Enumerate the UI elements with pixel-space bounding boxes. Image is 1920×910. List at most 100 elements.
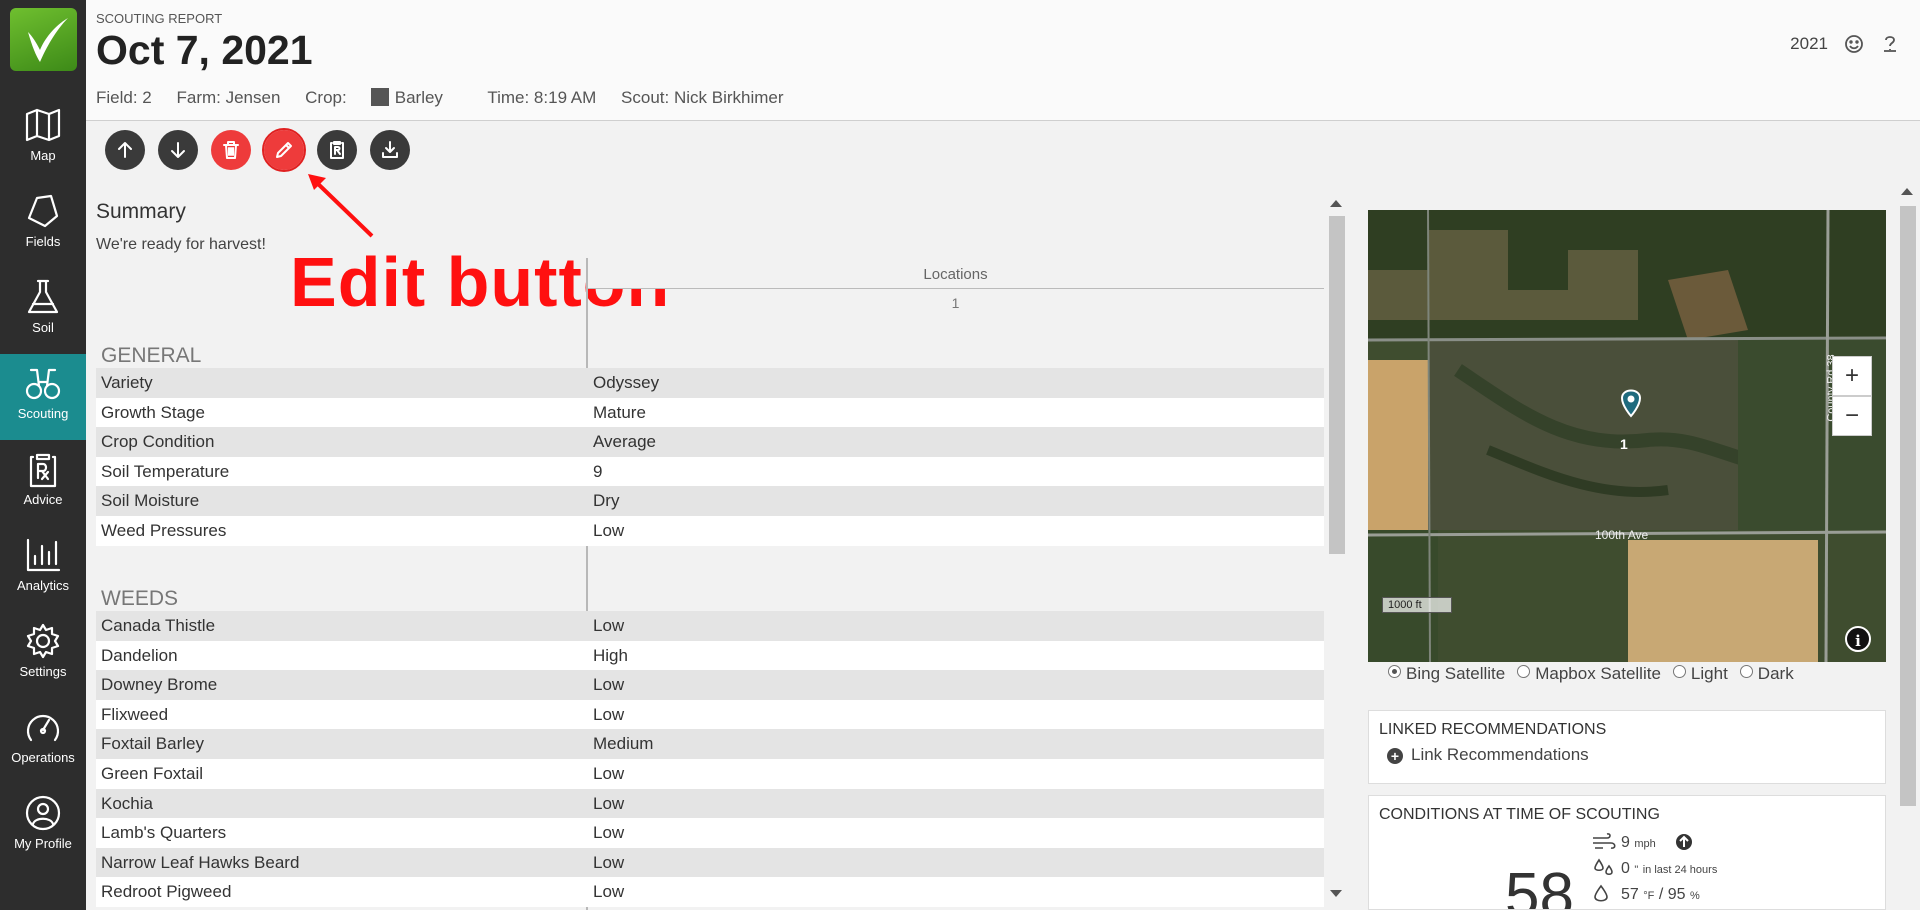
scroll-up-arrow-icon[interactable]: [1330, 200, 1342, 207]
year-selector[interactable]: 2021: [1790, 34, 1828, 54]
row-label: Canada Thistle: [101, 616, 216, 635]
row-label: Flixweed: [101, 704, 169, 724]
sidebar-item-my-profile[interactable]: My Profile: [0, 784, 86, 870]
row-value: Low: [593, 793, 625, 813]
row-label: Soil Temperature: [101, 461, 230, 481]
row-label: Foxtail Barley: [101, 734, 204, 754]
scroll-up-arrow-icon[interactable]: [1901, 188, 1913, 195]
map-info-button[interactable]: i: [1845, 626, 1871, 652]
download-tray-icon: [382, 141, 398, 158]
basemap-options: Bing Satellite Mapbox Satellite Light Da…: [1388, 664, 1794, 684]
sidebar-item-map[interactable]: Map: [0, 96, 86, 182]
radio-selected-icon[interactable]: [1388, 665, 1401, 678]
basemap-label: Light: [1690, 664, 1728, 683]
row-label: Lamb's Quarters: [101, 823, 227, 843]
sidebar-item-scouting[interactable]: Scouting: [0, 354, 86, 440]
basemap-option-bing[interactable]: Bing Satellite: [1388, 664, 1505, 684]
help-icon[interactable]: [1880, 34, 1900, 54]
crop-label: Crop:: [305, 88, 347, 107]
link-recommendations-button[interactable]: + Link Recommendations: [1369, 739, 1885, 765]
sidebar-item-settings[interactable]: Settings: [0, 612, 86, 698]
zoom-out-button[interactable]: −: [1832, 396, 1872, 436]
card-title: CONDITIONS AT TIME OF SCOUTING: [1379, 806, 1660, 823]
report-toolbar: [105, 128, 410, 172]
basemap-option-light[interactable]: Light: [1672, 664, 1728, 684]
basemap-option-mapbox[interactable]: Mapbox Satellite: [1517, 664, 1661, 684]
sidebar-item-soil[interactable]: Soil: [0, 268, 86, 354]
sidebar-item-label: Soil: [32, 320, 54, 335]
section-title: GENERAL: [101, 344, 202, 367]
flask-icon: [0, 268, 86, 314]
row-value: Low: [593, 704, 625, 724]
smiley-feedback-icon[interactable]: [1844, 34, 1864, 54]
edit-button[interactable]: [262, 128, 306, 172]
table-row: Downey Brome Low: [96, 670, 1324, 700]
zoom-in-button[interactable]: +: [1832, 356, 1872, 396]
sidebar-item-label: My Profile: [14, 836, 72, 851]
field-info: Field: 2: [96, 88, 152, 107]
right-panel-scrollbar[interactable]: [1898, 182, 1918, 910]
radio-icon[interactable]: [1739, 665, 1753, 678]
radio-icon[interactable]: [1672, 665, 1686, 678]
row-value: Low: [593, 675, 625, 695]
sidebar-item-label: Scouting: [17, 406, 69, 421]
move-down-button[interactable]: [158, 130, 198, 170]
header-right: 2021: [1790, 34, 1900, 54]
plus-circle-icon: +: [1387, 748, 1403, 764]
table-row: Lamb's Quarters Low: [96, 818, 1324, 848]
leaf-logo-icon: [28, 18, 68, 62]
sidebar-item-label: Advice: [23, 492, 63, 507]
row-value: Low: [593, 882, 625, 902]
table-row: Flixweed Low: [96, 699, 1324, 730]
crop-value: Barley: [394, 88, 443, 107]
precipitation-value: 0: [1621, 860, 1630, 877]
wind-icon: [1593, 833, 1616, 849]
map-pin-label[interactable]: 1: [1620, 436, 1628, 452]
row-label: Redroot Pigweed: [101, 882, 232, 902]
scrollbar-thumb[interactable]: [1900, 206, 1916, 806]
table-row: Canada Thistle Low: [96, 611, 1324, 641]
arrow-down-icon: [171, 142, 185, 158]
sidebar-item-operations[interactable]: Operations: [0, 698, 86, 784]
sidebar-item-label: Map: [30, 148, 56, 163]
arrow-up-icon: [118, 142, 132, 158]
wind-row: 9 mph: [1591, 832, 1704, 852]
row-label: Crop Condition: [101, 432, 215, 452]
gear-icon: [0, 612, 86, 659]
move-up-button[interactable]: [105, 130, 145, 170]
delete-button[interactable]: [211, 130, 251, 170]
scrollbar-thumb[interactable]: [1329, 216, 1345, 554]
humidity-unit: %: [1689, 890, 1700, 902]
row-label: Variety: [101, 373, 153, 392]
crop-info: Crop: Barley: [305, 88, 463, 107]
download-button[interactable]: [370, 130, 410, 170]
wind-value: 9: [1621, 834, 1630, 851]
row-label: Soil Moisture: [101, 491, 200, 511]
rain-drops-icon: [1594, 858, 1613, 876]
app-logo[interactable]: [10, 8, 77, 71]
row-value: 9: [593, 461, 603, 481]
pencil-icon: [276, 142, 292, 158]
section-title: WEEDS: [101, 587, 179, 610]
scroll-down-arrow-icon[interactable]: [1330, 890, 1342, 897]
radio-icon[interactable]: [1517, 665, 1531, 678]
sidebar-item-label: Analytics: [16, 578, 70, 593]
sidebar-item-advice[interactable]: Advice: [0, 440, 86, 526]
report-scrollbar[interactable]: [1327, 196, 1347, 904]
precipitation-note: in last 24 hours: [1642, 864, 1718, 876]
sidebar-item-analytics[interactable]: Analytics: [0, 526, 86, 612]
field-map[interactable]: 1 100th Ave County Rd 38: [1368, 210, 1886, 662]
basemap-option-dark[interactable]: Dark: [1739, 664, 1794, 684]
table-row: Kochia Low: [96, 788, 1324, 819]
clipboard-prescription-button[interactable]: [317, 130, 357, 170]
farm-info: Farm: Jensen: [176, 88, 281, 107]
link-recommendations-label: Link Recommendations: [1411, 745, 1589, 764]
row-label: Dandelion: [101, 645, 178, 665]
row-value: Mature: [593, 402, 646, 422]
card-title: LINKED RECOMMENDATIONS: [1379, 721, 1607, 738]
table-row: Redroot Pigweed Low: [96, 877, 1324, 907]
user-icon: [0, 784, 86, 831]
sidebar-item-fields[interactable]: Fields: [0, 182, 86, 268]
locations-header: Locations: [587, 260, 1324, 289]
row-value: Medium: [593, 734, 654, 754]
